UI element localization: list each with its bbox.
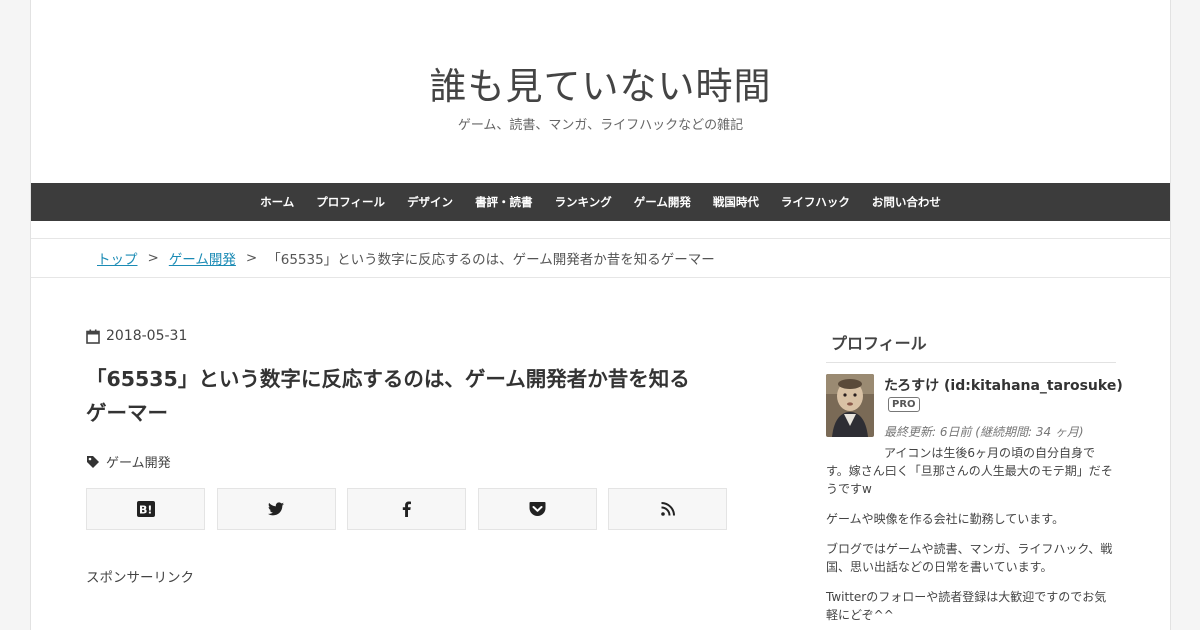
facebook-icon bbox=[402, 501, 411, 517]
profile-bio-paragraph: ゲームや映像を作る会社に勤務しています。 bbox=[826, 512, 1065, 526]
breadcrumb-category-link[interactable]: ゲーム開発 bbox=[169, 248, 236, 268]
site-title[interactable]: 誰も見ていない時間 bbox=[31, 56, 1170, 110]
profile-bio-paragraph: アイコンは生後6ヶ月の頃の自分自身です。嫁さん曰く「旦那さんの人生最大のモテ期」… bbox=[826, 446, 1113, 496]
entry-date[interactable]: 2018-05-31 bbox=[106, 328, 187, 344]
share-hatena-button[interactable]: B! bbox=[86, 488, 205, 530]
nav-item-ranking[interactable]: ランキング bbox=[555, 194, 612, 210]
breadcrumb-top-link[interactable]: トップ bbox=[97, 248, 138, 268]
profile-bio-paragraph: ブログではゲームや読書、マンガ、ライフハック、戦国、思い出話などの日常を書いてい… bbox=[826, 542, 1113, 574]
entry-title-line1: 「65535」という数字に反応するのは、ゲーム開発者か昔を知る bbox=[86, 367, 690, 391]
share-rss-button[interactable] bbox=[608, 488, 727, 530]
entry-category[interactable]: ゲーム開発 bbox=[106, 452, 171, 471]
breadcrumb-separator: > bbox=[147, 250, 159, 266]
avatar[interactable] bbox=[826, 374, 874, 437]
calendar-icon bbox=[86, 329, 100, 344]
breadcrumb-current: 「65535」という数字に反応するのは、ゲーム開発者か昔を知るゲーマー bbox=[267, 252, 715, 268]
profile-name[interactable]: たろすけ (id:kitahana_tarosuke) bbox=[884, 375, 1123, 395]
global-nav: ホーム プロフィール デザイン 書評・読書 ランキング ゲーム開発 戦国時代 ラ… bbox=[31, 183, 1170, 221]
pro-badge: PRO bbox=[888, 397, 920, 412]
breadcrumb-separator: > bbox=[245, 250, 258, 266]
svg-text:B!: B! bbox=[139, 504, 152, 517]
site-description: ゲーム、読書、マンガ、ライフハックなどの雑記 bbox=[457, 118, 744, 133]
nav-item-design[interactable]: デザイン bbox=[407, 194, 453, 210]
entry-title[interactable]: 「65535」という数字に反応するのは、ゲーム開発者か昔を知る ゲーマー bbox=[86, 362, 726, 430]
entry-title-line2: ゲーマー bbox=[86, 401, 168, 425]
share-pocket-button[interactable] bbox=[477, 488, 597, 530]
entry-category-row: ゲーム開発 bbox=[86, 452, 171, 471]
hatena-bookmark-icon: B! bbox=[136, 501, 155, 517]
profile-bio-paragraph: Twitterのフォローや読者登録は大歓迎ですのでお気軽にどぞ^^ bbox=[826, 590, 1107, 622]
page-container: 誰も見ていない時間 ゲーム、読書、マンガ、ライフハックなどの雑記 ホーム プロフ… bbox=[30, 0, 1171, 630]
share-twitter-button[interactable] bbox=[216, 488, 336, 530]
nav-item-home[interactable]: ホーム bbox=[260, 194, 294, 210]
twitter-icon bbox=[268, 502, 284, 516]
sidebar-profile-title: プロフィール bbox=[826, 330, 1116, 363]
nav-item-contact[interactable]: お問い合わせ bbox=[872, 194, 941, 210]
sponsor-label: スポンサーリンク bbox=[86, 570, 194, 586]
site-header: 誰も見ていない時間 ゲーム、読書、マンガ、ライフハックなどの雑記 bbox=[31, 0, 1170, 183]
nav-item-books[interactable]: 書評・読書 bbox=[475, 194, 533, 210]
share-buttons: B! bbox=[86, 488, 739, 530]
nav-item-sengoku[interactable]: 戦国時代 bbox=[713, 194, 759, 210]
pocket-icon bbox=[529, 501, 546, 517]
tag-icon bbox=[86, 455, 100, 469]
nav-item-lifehack[interactable]: ライフハック bbox=[781, 194, 850, 210]
entry-date-row: 2018-05-31 bbox=[86, 328, 187, 344]
nav-item-game-dev[interactable]: ゲーム開発 bbox=[634, 194, 691, 210]
nav-item-profile[interactable]: プロフィール bbox=[316, 194, 385, 210]
profile-last-update: 最終更新: 6日前 (継続期間: 34 ヶ月) bbox=[884, 425, 1084, 439]
breadcrumb: トップ > ゲーム開発 > 「65535」という数字に反応するのは、ゲーム開発者… bbox=[31, 238, 1170, 278]
rss-icon bbox=[660, 502, 675, 516]
share-facebook-button[interactable] bbox=[347, 488, 466, 530]
